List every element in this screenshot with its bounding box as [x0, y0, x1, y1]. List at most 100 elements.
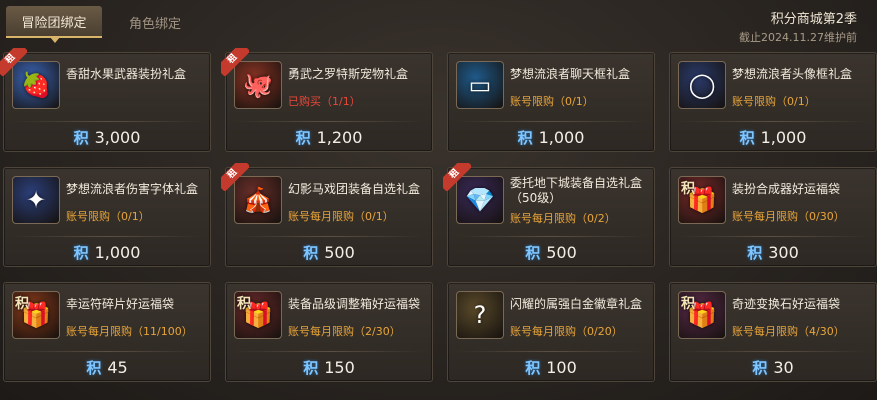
- season-title: 积分商城第2季: [770, 12, 857, 27]
- shop-item-card[interactable]: 租 💎 委托地下城装备自选礼盒（50级） 账号每月限购（0/2） 积 500: [443, 163, 655, 267]
- shop-item-card[interactable]: 租 🍓 香甜水果武器装扮礼盒 积 3,000: [0, 48, 211, 152]
- chat-frame-icon: ▭: [456, 61, 504, 109]
- shop-item-card[interactable]: ◯ 梦想流浪者头像框礼盒 账号限购（0/1） 积 1,000: [669, 52, 877, 152]
- price-row: 积 100: [448, 353, 654, 381]
- points-icon: 积: [86, 358, 102, 377]
- card-header: 租 🎪 幻影马戏团装备自选礼盒 账号每月限购（0/1）: [221, 163, 432, 236]
- badge-label: 租: [221, 163, 249, 191]
- tab-adventure-bound[interactable]: 冒险团绑定: [6, 6, 102, 43]
- season-info: 积分商城第2季 截止2024.11.27维护前: [739, 8, 857, 45]
- points-icon: 积: [295, 128, 311, 147]
- currency-mark: 积: [15, 296, 29, 312]
- season-deadline: 截止2024.11.27维护前: [739, 31, 857, 44]
- points-icon: 积: [752, 358, 768, 377]
- card-header: 积 🎁 装扮合成器好运福袋 账号每月限购（0/30）: [670, 168, 876, 236]
- damage-font-icon: ✦: [12, 176, 60, 224]
- points-icon: 积: [517, 128, 533, 147]
- card-header: 积 🎁 幸运符碎片好运福袋 账号每月限购（11/100）: [4, 283, 210, 351]
- price-row: 积 30: [670, 353, 876, 381]
- shop-item-card[interactable]: 积 🎁 装扮合成器好运福袋 账号每月限购（0/30） 积 300: [669, 167, 877, 267]
- divider: [678, 351, 868, 352]
- card-header: 积 🎁 奇迹变换石好运福袋 账号每月限购（4/30）: [670, 283, 876, 351]
- item-name: 幸运符碎片好运福袋: [66, 297, 175, 311]
- corner-badge: 租: [221, 163, 249, 191]
- points-icon: 积: [73, 243, 89, 262]
- grade-box-icon: 积 🎁: [234, 291, 282, 339]
- shop-item-card[interactable]: ✦ 梦想流浪者伤害字体礼盒 账号限购（0/1） 积 1,000: [3, 167, 211, 267]
- price-row: 积 500: [226, 238, 432, 266]
- price-row: 积 500: [448, 238, 654, 266]
- shop-item-card[interactable]: 租 🎪 幻影马戏团装备自选礼盒 账号每月限购（0/1） 积 500: [221, 163, 433, 267]
- points-icon: 积: [739, 128, 755, 147]
- price-value: 300: [768, 242, 799, 262]
- card-header: 积 🎁 装备品级调整箱好运福袋 账号每月限购（2/30）: [226, 283, 432, 351]
- divider: [12, 351, 202, 352]
- price-value: 500: [546, 242, 577, 262]
- avatar-frame-icon: ◯: [678, 61, 726, 109]
- points-icon: 积: [303, 358, 319, 377]
- icon-glyph: ?: [473, 301, 487, 329]
- card-header: ◯ 梦想流浪者头像框礼盒 账号限购（0/1）: [670, 53, 876, 121]
- shop-item-card[interactable]: 积 🎁 装备品级调整箱好运福袋 账号每月限购（2/30） 积 150: [225, 282, 433, 382]
- purchase-limit: 账号每月限购（0/20）: [510, 325, 623, 338]
- badge-label: 租: [221, 48, 249, 76]
- platinum-badge-icon: ?: [456, 291, 504, 339]
- card-header: 租 🐙 勇武之罗特斯宠物礼盒 已购买（1/1）: [221, 48, 432, 121]
- purchase-limit: 账号每月限购（0/1）: [288, 210, 394, 223]
- active-tab-indicator: [50, 37, 60, 43]
- points-icon: 积: [303, 243, 319, 262]
- top-bar: 冒险团绑定 角色绑定 积分商城第2季 截止2024.11.27维护前: [0, 0, 877, 44]
- badge-label: 租: [0, 48, 27, 76]
- purchase-limit: 账号每月限购（2/30）: [288, 325, 401, 338]
- item-name: 香甜水果武器装扮礼盒: [66, 67, 187, 81]
- corner-badge: 租: [443, 163, 471, 191]
- price-value: 150: [324, 357, 355, 377]
- item-name: 闪耀的属强白金徽章礼盒: [510, 297, 643, 311]
- card-header: 租 💎 委托地下城装备自选礼盒（50级） 账号每月限购（0/2）: [443, 163, 654, 236]
- price-value: 100: [546, 357, 577, 377]
- price-row: 积 1,200: [226, 123, 432, 151]
- divider: [234, 121, 424, 122]
- card-header: ? 闪耀的属强白金徽章礼盒 账号每月限购（0/20）: [448, 283, 654, 351]
- divider: [234, 351, 424, 352]
- points-icon: 积: [73, 128, 89, 147]
- price-value: 1,000: [538, 127, 585, 147]
- badge-label: 租: [443, 163, 471, 191]
- card-header: ✦ 梦想流浪者伤害字体礼盒 账号限购（0/1）: [4, 168, 210, 236]
- price-row: 积 150: [226, 353, 432, 381]
- price-row: 积 1,000: [4, 238, 210, 266]
- purchase-limit: 账号每月限购（0/2）: [510, 212, 616, 225]
- shop-item-card[interactable]: 积 🎁 奇迹变换石好运福袋 账号每月限购（4/30） 积 30: [669, 282, 877, 382]
- price-value: 500: [324, 242, 355, 262]
- card-header: 租 🍓 香甜水果武器装扮礼盒: [0, 48, 210, 121]
- price-value: 30: [773, 357, 794, 377]
- purchase-limit: 账号每月限购（4/30）: [732, 325, 845, 338]
- price-row: 积 1,000: [670, 123, 876, 151]
- currency-mark: 积: [237, 296, 251, 312]
- icon-glyph: ✦: [25, 186, 47, 214]
- points-icon: 积: [525, 358, 541, 377]
- item-name: 委托地下城装备自选礼盒（50级）: [510, 176, 643, 205]
- icon-glyph: ▭: [468, 71, 492, 99]
- shop-item-card[interactable]: 租 🐙 勇武之罗特斯宠物礼盒 已购买（1/1） 积 1,200: [221, 48, 433, 152]
- divider: [12, 236, 202, 237]
- item-name: 装扮合成器好运福袋: [732, 182, 841, 196]
- shop-item-card[interactable]: ▭ 梦想流浪者聊天框礼盒 账号限购（0/1） 积 1,000: [447, 52, 655, 152]
- divider: [678, 121, 868, 122]
- tab-character-bound[interactable]: 角色绑定: [112, 6, 198, 38]
- item-name: 梦想流浪者聊天框礼盒: [510, 67, 631, 81]
- divider: [456, 236, 646, 237]
- price-row: 积 300: [670, 238, 876, 266]
- currency-mark: 积: [681, 296, 695, 312]
- item-name: 梦想流浪者伤害字体礼盒: [66, 182, 199, 196]
- price-value: 3,000: [94, 127, 141, 147]
- card-header: ▭ 梦想流浪者聊天框礼盒 账号限购（0/1）: [448, 53, 654, 121]
- shop-item-grid: 租 🍓 香甜水果武器装扮礼盒 积 3,000 租 🐙 勇武之罗特斯宠物礼盒 已购…: [0, 48, 877, 400]
- points-icon: 积: [525, 243, 541, 262]
- shop-item-card[interactable]: ? 闪耀的属强白金徽章礼盒 账号每月限购（0/20） 积 100: [447, 282, 655, 382]
- price-row: 积 1,000: [448, 123, 654, 151]
- divider: [456, 121, 646, 122]
- divider: [678, 236, 868, 237]
- currency-mark: 积: [681, 181, 695, 197]
- shop-item-card[interactable]: 积 🎁 幸运符碎片好运福袋 账号每月限购（11/100） 积 45: [3, 282, 211, 382]
